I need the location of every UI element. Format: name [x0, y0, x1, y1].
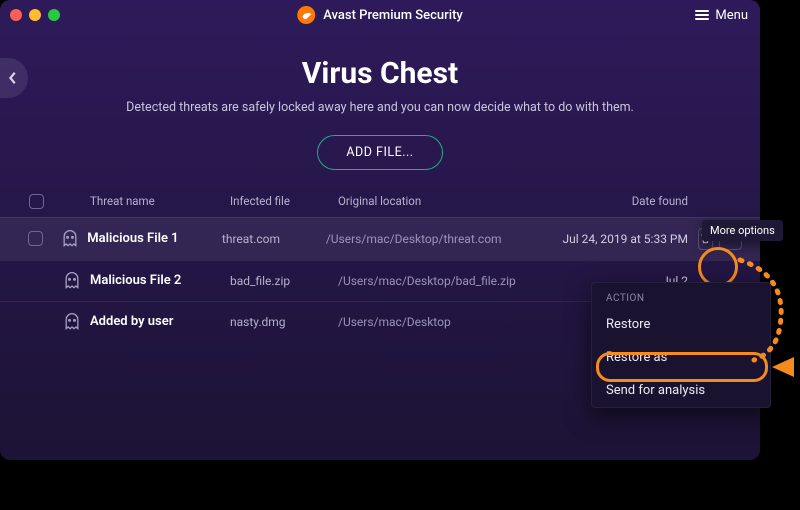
avast-logo-icon: [297, 6, 315, 24]
col-infected-file: Infected file: [230, 194, 338, 208]
app-title: Avast Premium Security: [297, 6, 463, 24]
original-location: /Users/mac/Desktop: [338, 315, 584, 329]
more-options-tooltip: More options: [702, 220, 783, 241]
add-file-button[interactable]: ADD FILE...: [317, 135, 442, 170]
threat-name: Malicious File 1: [87, 231, 222, 246]
page-title: Virus Chest: [0, 56, 760, 91]
dropdown-item-restore-as[interactable]: Restore as: [592, 341, 770, 374]
col-threat-name: Threat name: [90, 194, 230, 208]
add-file-label: ADD FILE...: [346, 145, 413, 160]
col-original-location: Original location: [338, 194, 584, 208]
hamburger-icon: [695, 10, 709, 20]
threat-name: Added by user: [90, 314, 230, 329]
original-location: /Users/mac/Desktop/bad_file.zip: [338, 274, 584, 288]
table-header: Threat name Infected file Original locat…: [0, 194, 760, 217]
threat-icon: [53, 229, 88, 249]
dropdown-item-send-analysis[interactable]: Send for analysis: [592, 374, 770, 407]
minimize-window-icon[interactable]: [29, 9, 41, 21]
date-found: Jul 24, 2019 at 5:33 PM: [562, 232, 698, 246]
infected-file: bad_file.zip: [230, 274, 338, 288]
dropdown-heading: ACTION: [592, 283, 770, 308]
page-header: Virus Chest Detected threats are safely …: [0, 56, 760, 170]
page-subtitle: Detected threats are safely locked away …: [0, 99, 760, 117]
chevron-left-icon: [8, 71, 18, 85]
row-checkbox[interactable]: [28, 231, 43, 246]
infected-file: nasty.dmg: [230, 315, 338, 329]
close-window-icon[interactable]: [10, 9, 22, 21]
menu-button[interactable]: Menu: [695, 0, 748, 30]
select-all-checkbox[interactable]: [29, 194, 44, 209]
action-dropdown: ACTION Restore Restore as Send for analy…: [591, 282, 771, 408]
original-location: /Users/mac/Desktop/threat.com: [326, 232, 563, 246]
dropdown-item-restore[interactable]: Restore: [592, 308, 770, 341]
window-controls: [10, 9, 60, 21]
title-bar: Avast Premium Security Menu: [0, 0, 760, 30]
col-date-found: Date found: [584, 194, 698, 208]
app-title-text: Avast Premium Security: [323, 8, 463, 23]
table-row[interactable]: Malicious File 1 threat.com /Users/mac/D…: [0, 217, 760, 260]
threat-icon: [54, 271, 90, 291]
fullscreen-window-icon[interactable]: [48, 9, 60, 21]
threat-name: Malicious File 2: [90, 273, 230, 288]
infected-file: threat.com: [222, 232, 326, 246]
menu-button-label: Menu: [715, 8, 748, 23]
annotation-arrow-icon: [770, 357, 796, 379]
threat-icon: [54, 312, 90, 332]
